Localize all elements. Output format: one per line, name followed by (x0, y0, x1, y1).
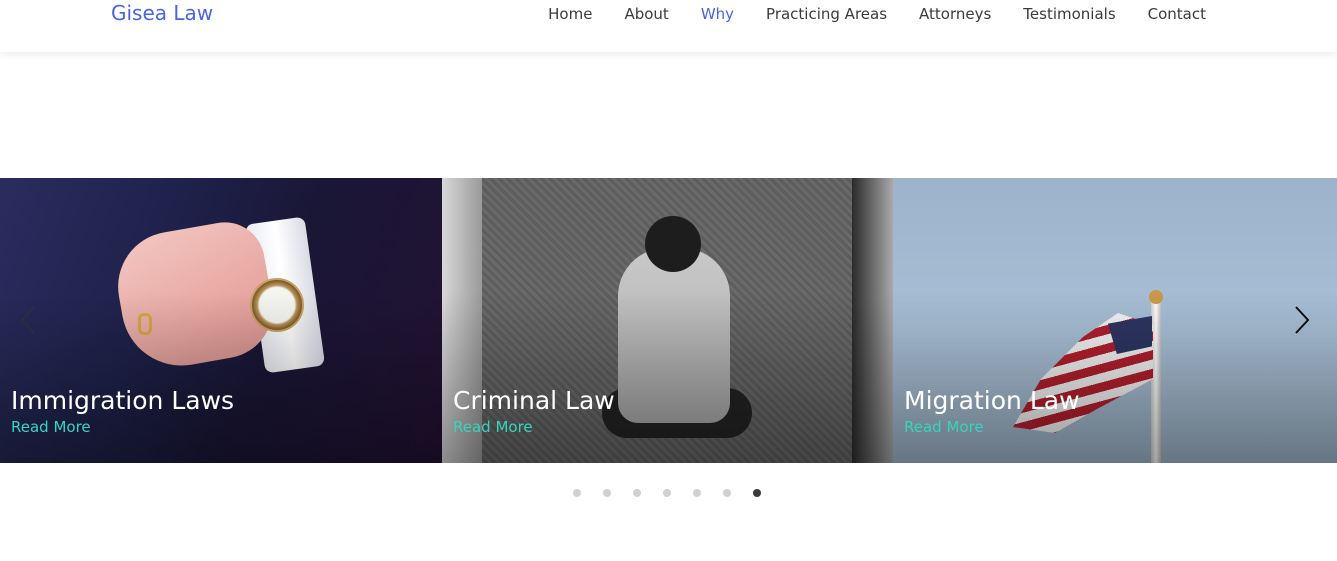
carousel-dot[interactable] (723, 489, 731, 497)
slide-title: Migration Law (904, 386, 1080, 415)
slide-title: Immigration Laws (11, 386, 235, 415)
carousel-dot[interactable] (753, 489, 761, 497)
slide-caption: Migration Law Read More (904, 384, 1080, 436)
nav-practicing-areas[interactable]: Practicing Areas (750, 5, 903, 23)
carousel-dot[interactable] (693, 489, 701, 497)
read-more-link[interactable]: Read More (904, 418, 1080, 436)
nav-about[interactable]: About (608, 5, 684, 23)
carousel-slide[interactable]: Migration Law Read More (893, 178, 1337, 463)
read-more-link[interactable]: Read More (11, 418, 234, 436)
carousel-slide[interactable]: Immigration Laws Read More (0, 178, 442, 463)
practice-carousel: Immigration Laws Read More Criminal Law … (0, 178, 1337, 463)
carousel-dot[interactable] (573, 489, 581, 497)
carousel-next-button[interactable] (1290, 305, 1314, 335)
slide-title: Criminal Law (453, 386, 615, 415)
nav-attorneys[interactable]: Attorneys (903, 5, 1007, 23)
carousel-dot[interactable] (663, 489, 671, 497)
carousel-dots (573, 489, 761, 497)
nav-contact[interactable]: Contact (1132, 5, 1206, 23)
main-nav: Home About Why Practicing Areas Attorney… (532, 5, 1206, 23)
slide-caption: Immigration Laws Read More (11, 384, 234, 436)
chevron-left-icon (20, 306, 35, 334)
carousel-dot[interactable] (633, 489, 641, 497)
nav-testimonials[interactable]: Testimonials (1007, 5, 1131, 23)
nav-home[interactable]: Home (532, 5, 608, 23)
carousel-dot[interactable] (603, 489, 611, 497)
carousel-prev-button[interactable] (18, 305, 42, 335)
read-more-link[interactable]: Read More (453, 418, 615, 436)
slide-caption: Criminal Law Read More (453, 384, 615, 436)
chevron-right-icon (1295, 306, 1310, 334)
brand-logo-link[interactable]: Gisea Law (111, 1, 213, 25)
site-header: Gisea Law Home About Why Practicing Area… (0, 0, 1337, 52)
nav-why[interactable]: Why (685, 5, 750, 23)
carousel-slide[interactable]: Criminal Law Read More (442, 178, 893, 463)
